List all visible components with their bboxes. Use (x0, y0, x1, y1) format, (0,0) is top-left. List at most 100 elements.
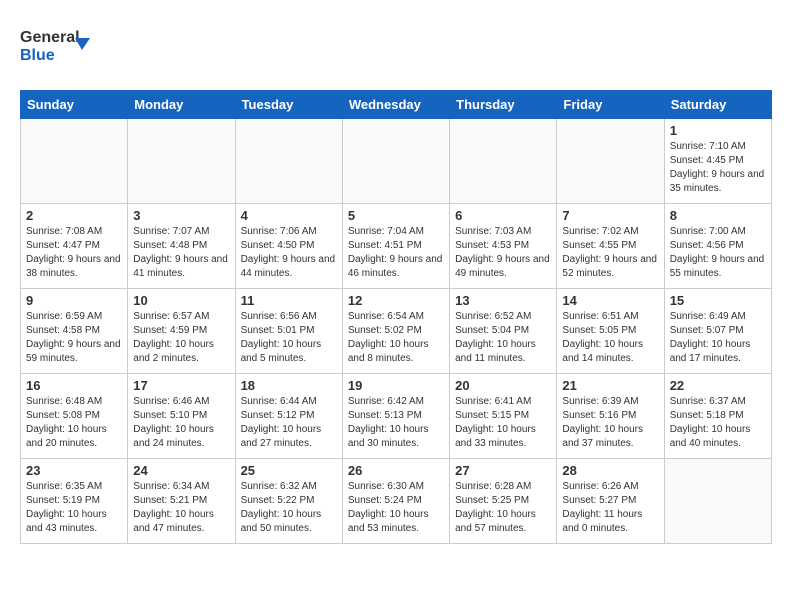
day-info: Sunrise: 6:48 AM Sunset: 5:08 PM Dayligh… (26, 395, 122, 451)
day-number: 12 (348, 293, 444, 308)
day-number: 21 (562, 378, 658, 393)
weekday-header-thursday: Thursday (450, 91, 557, 119)
svg-text:General: General (20, 29, 80, 46)
day-number: 8 (670, 208, 766, 223)
day-number: 6 (455, 208, 551, 223)
day-info: Sunrise: 6:32 AM Sunset: 5:22 PM Dayligh… (241, 480, 337, 536)
page-header: General Blue (20, 20, 772, 80)
day-number: 15 (670, 293, 766, 308)
weekday-header-monday: Monday (128, 91, 235, 119)
day-info: Sunrise: 6:52 AM Sunset: 5:04 PM Dayligh… (455, 310, 551, 366)
calendar-cell: 2 Sunrise: 7:08 AM Sunset: 4:47 PM Daylig… (21, 204, 128, 289)
day-number: 19 (348, 378, 444, 393)
calendar-cell (664, 459, 771, 544)
calendar-week-0: 1 Sunrise: 7:10 AM Sunset: 4:45 PM Daylig… (21, 119, 772, 204)
calendar-week-3: 16 Sunrise: 6:48 AM Sunset: 5:08 PM Dayli… (21, 374, 772, 459)
calendar-cell: 13 Sunrise: 6:52 AM Sunset: 5:04 PM Dayli… (450, 289, 557, 374)
day-info: Sunrise: 6:54 AM Sunset: 5:02 PM Dayligh… (348, 310, 444, 366)
calendar-header-row: SundayMondayTuesdayWednesdayThursdayFrid… (21, 91, 772, 119)
calendar-cell: 24 Sunrise: 6:34 AM Sunset: 5:21 PM Dayli… (128, 459, 235, 544)
weekday-header-sunday: Sunday (21, 91, 128, 119)
calendar-cell: 10 Sunrise: 6:57 AM Sunset: 4:59 PM Dayli… (128, 289, 235, 374)
day-number: 25 (241, 463, 337, 478)
logo-icon: General Blue (20, 20, 90, 75)
calendar-week-2: 9Sunrise: 6:59 AM Sunset: 4:58 PM Daylig… (21, 289, 772, 374)
day-number: 10 (133, 293, 229, 308)
day-info: Sunrise: 6:30 AM Sunset: 5:24 PM Dayligh… (348, 480, 444, 536)
day-info: Sunrise: 7:03 AM Sunset: 4:53 PM Dayligh… (455, 225, 551, 281)
day-number: 7 (562, 208, 658, 223)
day-info: Sunrise: 7:10 AM Sunset: 4:45 PM Dayligh… (670, 140, 766, 196)
calendar-cell: 22Sunrise: 6:37 AM Sunset: 5:18 PM Dayli… (664, 374, 771, 459)
calendar-body: 1 Sunrise: 7:10 AM Sunset: 4:45 PM Daylig… (21, 119, 772, 544)
calendar-cell: 25 Sunrise: 6:32 AM Sunset: 5:22 PM Dayli… (235, 459, 342, 544)
calendar-cell: 28 Sunrise: 6:26 AM Sunset: 5:27 PM Dayli… (557, 459, 664, 544)
day-number: 14 (562, 293, 658, 308)
day-info: Sunrise: 6:42 AM Sunset: 5:13 PM Dayligh… (348, 395, 444, 451)
day-number: 3 (133, 208, 229, 223)
day-info: Sunrise: 7:00 AM Sunset: 4:56 PM Dayligh… (670, 225, 766, 281)
day-info: Sunrise: 6:26 AM Sunset: 5:27 PM Dayligh… (562, 480, 658, 536)
svg-text:Blue: Blue (20, 47, 55, 64)
day-info: Sunrise: 6:35 AM Sunset: 5:19 PM Dayligh… (26, 480, 122, 536)
day-info: Sunrise: 6:49 AM Sunset: 5:07 PM Dayligh… (670, 310, 766, 366)
day-number: 24 (133, 463, 229, 478)
calendar-cell: 6 Sunrise: 7:03 AM Sunset: 4:53 PM Daylig… (450, 204, 557, 289)
day-number: 4 (241, 208, 337, 223)
calendar-cell (342, 119, 449, 204)
day-info: Sunrise: 7:02 AM Sunset: 4:55 PM Dayligh… (562, 225, 658, 281)
day-info: Sunrise: 7:06 AM Sunset: 4:50 PM Dayligh… (241, 225, 337, 281)
calendar-cell: 5Sunrise: 7:04 AM Sunset: 4:51 PM Daylig… (342, 204, 449, 289)
calendar-week-1: 2 Sunrise: 7:08 AM Sunset: 4:47 PM Daylig… (21, 204, 772, 289)
day-number: 23 (26, 463, 122, 478)
calendar-cell (21, 119, 128, 204)
day-number: 16 (26, 378, 122, 393)
calendar-cell (128, 119, 235, 204)
day-info: Sunrise: 6:57 AM Sunset: 4:59 PM Dayligh… (133, 310, 229, 366)
day-number: 2 (26, 208, 122, 223)
calendar-cell: 26 Sunrise: 6:30 AM Sunset: 5:24 PM Dayli… (342, 459, 449, 544)
day-number: 28 (562, 463, 658, 478)
calendar-cell: 17 Sunrise: 6:46 AM Sunset: 5:10 PM Dayli… (128, 374, 235, 459)
calendar-cell: 14 Sunrise: 6:51 AM Sunset: 5:05 PM Dayli… (557, 289, 664, 374)
calendar-cell: 23 Sunrise: 6:35 AM Sunset: 5:19 PM Dayli… (21, 459, 128, 544)
calendar-cell: 4 Sunrise: 7:06 AM Sunset: 4:50 PM Daylig… (235, 204, 342, 289)
weekday-header-friday: Friday (557, 91, 664, 119)
calendar-cell (235, 119, 342, 204)
day-number: 17 (133, 378, 229, 393)
calendar-cell: 11Sunrise: 6:56 AM Sunset: 5:01 PM Dayli… (235, 289, 342, 374)
day-info: Sunrise: 6:41 AM Sunset: 5:15 PM Dayligh… (455, 395, 551, 451)
weekday-header-tuesday: Tuesday (235, 91, 342, 119)
day-number: 26 (348, 463, 444, 478)
day-number: 5 (348, 208, 444, 223)
day-number: 13 (455, 293, 551, 308)
day-number: 20 (455, 378, 551, 393)
day-info: Sunrise: 6:34 AM Sunset: 5:21 PM Dayligh… (133, 480, 229, 536)
day-info: Sunrise: 6:28 AM Sunset: 5:25 PM Dayligh… (455, 480, 551, 536)
calendar-cell: 8 Sunrise: 7:00 AM Sunset: 4:56 PM Daylig… (664, 204, 771, 289)
day-info: Sunrise: 6:59 AM Sunset: 4:58 PM Dayligh… (26, 310, 122, 366)
day-number: 1 (670, 123, 766, 138)
calendar-cell: 7 Sunrise: 7:02 AM Sunset: 4:55 PM Daylig… (557, 204, 664, 289)
calendar-cell: 18Sunrise: 6:44 AM Sunset: 5:12 PM Dayli… (235, 374, 342, 459)
weekday-header-saturday: Saturday (664, 91, 771, 119)
day-number: 27 (455, 463, 551, 478)
day-info: Sunrise: 6:51 AM Sunset: 5:05 PM Dayligh… (562, 310, 658, 366)
calendar-cell (450, 119, 557, 204)
day-info: Sunrise: 6:46 AM Sunset: 5:10 PM Dayligh… (133, 395, 229, 451)
calendar-cell: 20 Sunrise: 6:41 AM Sunset: 5:15 PM Dayli… (450, 374, 557, 459)
calendar-week-4: 23 Sunrise: 6:35 AM Sunset: 5:19 PM Dayli… (21, 459, 772, 544)
day-info: Sunrise: 6:44 AM Sunset: 5:12 PM Dayligh… (241, 395, 337, 451)
calendar-cell: 3 Sunrise: 7:07 AM Sunset: 4:48 PM Daylig… (128, 204, 235, 289)
calendar-cell: 21 Sunrise: 6:39 AM Sunset: 5:16 PM Dayli… (557, 374, 664, 459)
day-info: Sunrise: 6:37 AM Sunset: 5:18 PM Dayligh… (670, 395, 766, 451)
calendar-cell: 16 Sunrise: 6:48 AM Sunset: 5:08 PM Dayli… (21, 374, 128, 459)
weekday-header-wednesday: Wednesday (342, 91, 449, 119)
day-info: Sunrise: 6:39 AM Sunset: 5:16 PM Dayligh… (562, 395, 658, 451)
calendar-table: SundayMondayTuesdayWednesdayThursdayFrid… (20, 90, 772, 544)
day-info: Sunrise: 7:07 AM Sunset: 4:48 PM Dayligh… (133, 225, 229, 281)
calendar-cell: 15 Sunrise: 6:49 AM Sunset: 5:07 PM Dayli… (664, 289, 771, 374)
calendar-cell: 27 Sunrise: 6:28 AM Sunset: 5:25 PM Dayli… (450, 459, 557, 544)
calendar-cell (557, 119, 664, 204)
day-info: Sunrise: 7:08 AM Sunset: 4:47 PM Dayligh… (26, 225, 122, 281)
